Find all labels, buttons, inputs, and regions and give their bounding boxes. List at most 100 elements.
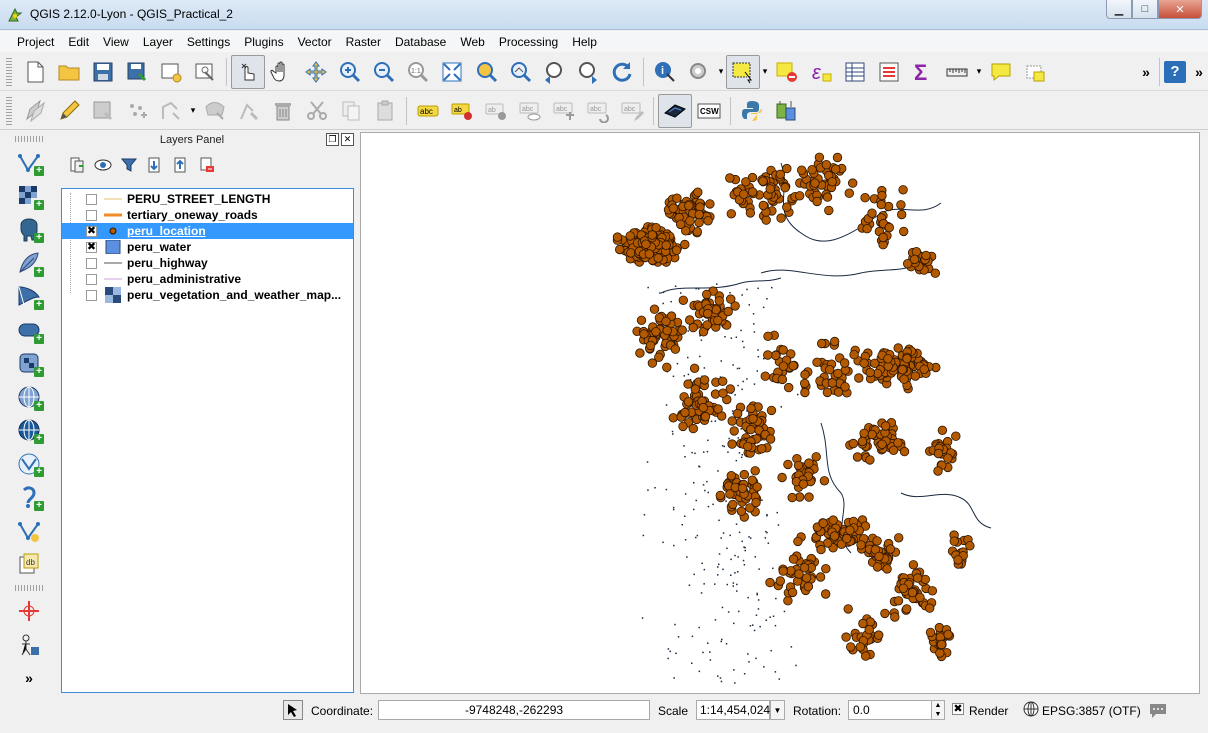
- zoom-to-layer-button[interactable]: [503, 55, 537, 89]
- pan-to-selection-button[interactable]: [299, 55, 333, 89]
- add-oracle-layer-button[interactable]: +: [12, 313, 46, 346]
- spin-down-icon[interactable]: ▼: [935, 710, 942, 719]
- move-feature-button[interactable]: [154, 94, 188, 128]
- add-raster-layer-button[interactable]: +: [12, 179, 46, 212]
- scale-dropdown-arrow-icon[interactable]: ▼: [770, 700, 785, 720]
- dropdown-arrow-icon[interactable]: ▾: [760, 66, 770, 77]
- toggle-editing-button[interactable]: [52, 94, 86, 128]
- add-feature-button[interactable]: [120, 94, 154, 128]
- layer-row[interactable]: PERU_STREET_LENGTH: [62, 191, 353, 207]
- zoom-in-button[interactable]: [333, 55, 367, 89]
- copy-features-button[interactable]: [334, 94, 368, 128]
- messages-bubble-icon[interactable]: [1148, 700, 1168, 720]
- map-canvas[interactable]: [360, 132, 1200, 694]
- maximize-button[interactable]: □: [1132, 0, 1158, 19]
- add-wcs-layer-button[interactable]: +: [12, 380, 46, 413]
- remove-layer-button[interactable]: [196, 154, 218, 176]
- statistical-summary-button[interactable]: Σ: [906, 55, 940, 89]
- close-button[interactable]: ✕: [1158, 0, 1202, 19]
- save-as-button[interactable]: [120, 55, 154, 89]
- add-delimited-text-button[interactable]: +: [12, 447, 46, 480]
- toolbar-overflow-chevron[interactable]: »: [1137, 64, 1155, 80]
- layer-visibility-checkbox[interactable]: [86, 193, 97, 205]
- save-layer-edits-button[interactable]: [86, 94, 120, 128]
- composer-manager-button[interactable]: [188, 55, 222, 89]
- menu-settings[interactable]: Settings: [180, 35, 237, 49]
- collapse-all-button[interactable]: [170, 154, 192, 176]
- layer-row[interactable]: ✖ peru_water: [62, 239, 353, 255]
- refresh-button[interactable]: [605, 55, 639, 89]
- manage-visibility-button[interactable]: [92, 154, 114, 176]
- menu-processing[interactable]: Processing: [492, 35, 565, 49]
- layer-visibility-checkbox[interactable]: [86, 289, 97, 301]
- menu-edit[interactable]: Edit: [61, 35, 96, 49]
- digitize-edit-button[interactable]: [232, 94, 266, 128]
- dropdown-arrow-icon[interactable]: ▾: [716, 66, 726, 77]
- cut-features-button[interactable]: [300, 94, 334, 128]
- open-project-button[interactable]: [52, 55, 86, 89]
- layer-visibility-checkbox[interactable]: [86, 209, 97, 221]
- spin-up-icon[interactable]: ▲: [935, 701, 942, 710]
- layer-row-selected[interactable]: ✖ peru_location: [62, 223, 353, 239]
- layer-row[interactable]: peru_highway: [62, 255, 353, 271]
- select-by-expression-button[interactable]: ε: [804, 55, 838, 89]
- render-checkbox[interactable]: ✖: [952, 703, 964, 715]
- layer-visibility-checkbox[interactable]: [86, 273, 97, 285]
- add-wfs-layer-button[interactable]: +: [12, 414, 46, 447]
- attribute-table-button[interactable]: [838, 55, 872, 89]
- toolbar-overflow-chevron-2[interactable]: »: [1190, 64, 1208, 80]
- layer-labeling-button[interactable]: abc: [411, 94, 445, 128]
- zoom-last-button[interactable]: [537, 55, 571, 89]
- layer-row[interactable]: peru_administrative: [62, 271, 353, 287]
- zoom-next-button[interactable]: [571, 55, 605, 89]
- close-panel-button[interactable]: ✕: [341, 133, 354, 146]
- layer-visibility-checkbox[interactable]: ✖: [86, 241, 97, 253]
- layer-visibility-checkbox[interactable]: [86, 257, 97, 269]
- metasearch-button[interactable]: [658, 93, 692, 128]
- dropdown-arrow-icon[interactable]: ▾: [188, 105, 198, 116]
- zoom-native-button[interactable]: 1:1: [401, 55, 435, 89]
- create-layer-button[interactable]: db: [12, 547, 46, 580]
- current-edits-button[interactable]: [18, 94, 52, 128]
- zoom-full-button[interactable]: [435, 55, 469, 89]
- expand-all-button[interactable]: [144, 154, 166, 176]
- highlight-pinned-labels-button[interactable]: ab: [479, 94, 513, 128]
- layer-row[interactable]: peru_vegetation_and_weather_map...: [62, 287, 353, 303]
- rotate-label-button[interactable]: abc: [581, 94, 615, 128]
- add-spatialite-layer-button[interactable]: +: [12, 246, 46, 279]
- deselect-features-button[interactable]: [770, 55, 804, 89]
- new-shapefile-layer-button[interactable]: [12, 514, 46, 547]
- text-annotation-button[interactable]: [984, 55, 1018, 89]
- menu-help[interactable]: Help: [565, 35, 604, 49]
- add-vector-layer-button[interactable]: +: [12, 146, 46, 179]
- menu-plugins[interactable]: Plugins: [237, 35, 290, 49]
- menu-view[interactable]: View: [96, 35, 136, 49]
- menu-project[interactable]: Project: [10, 35, 61, 49]
- save-project-button[interactable]: [86, 55, 120, 89]
- rotation-spinner[interactable]: ▲ ▼: [931, 700, 945, 720]
- csw-button[interactable]: CSW: [692, 94, 726, 128]
- select-features-button[interactable]: [726, 54, 760, 89]
- layer-visibility-checkbox[interactable]: ✖: [86, 225, 97, 237]
- menu-web[interactable]: Web: [453, 35, 491, 49]
- new-print-composer-button[interactable]: [154, 55, 188, 89]
- dropdown-arrow-icon[interactable]: ▾: [974, 66, 984, 77]
- measure-line-button[interactable]: [940, 55, 974, 89]
- identify-features-button[interactable]: i: [648, 55, 682, 89]
- scale-field[interactable]: 1:14,454,024: [696, 700, 770, 720]
- menu-database[interactable]: Database: [388, 35, 453, 49]
- help-question-icon[interactable]: ?: [1164, 60, 1186, 83]
- map-tips-button[interactable]: [682, 55, 716, 89]
- toggle-extents-button[interactable]: [283, 700, 303, 720]
- pin-labels-button[interactable]: ab: [445, 94, 479, 128]
- minimize-button[interactable]: ▁: [1106, 0, 1132, 19]
- gps-tools-button[interactable]: [12, 628, 46, 661]
- db-manager-button[interactable]: [769, 94, 803, 128]
- move-label-button[interactable]: abc: [547, 94, 581, 128]
- float-panel-button[interactable]: ❐: [326, 133, 339, 146]
- crs-globe-icon[interactable]: [1023, 701, 1039, 717]
- change-label-button[interactable]: abc: [615, 94, 649, 128]
- coordinate-capture-button[interactable]: [12, 595, 46, 628]
- coordinate-field[interactable]: -9748248,-262293: [378, 700, 650, 720]
- pan-map-button[interactable]: [265, 55, 299, 89]
